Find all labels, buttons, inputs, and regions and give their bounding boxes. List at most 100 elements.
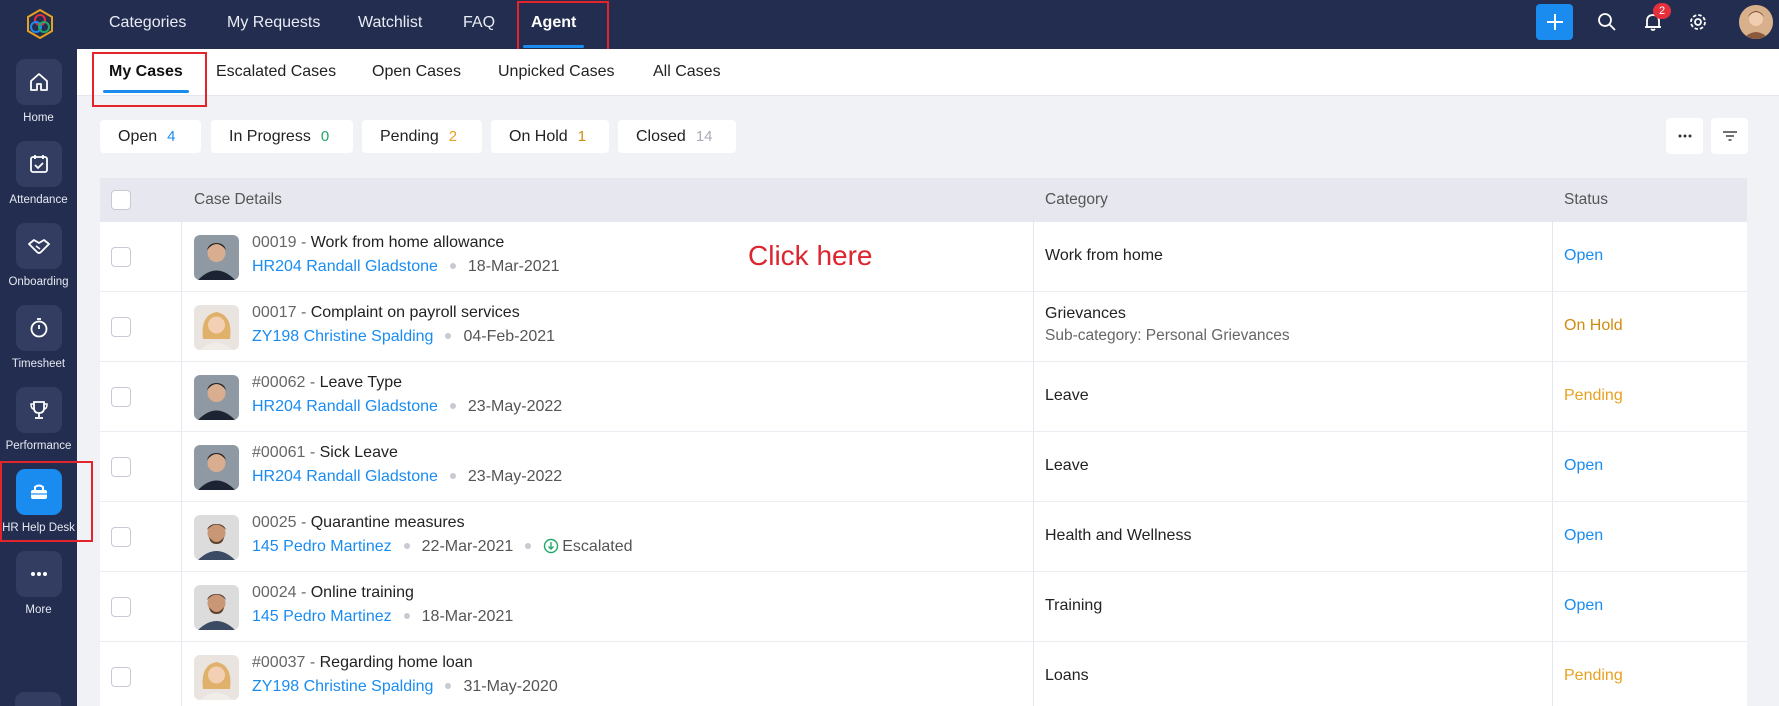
employee-link[interactable]: HR204 Randall Gladstone bbox=[252, 468, 438, 485]
add-button[interactable] bbox=[1536, 4, 1573, 40]
table-row[interactable]: #00062 - Leave Type HR204 Randall Gladst… bbox=[100, 362, 1747, 432]
case-title: Sick Leave bbox=[319, 444, 398, 461]
table-row[interactable]: 00025 - Quarantine measures 145 Pedro Ma… bbox=[100, 502, 1747, 572]
sidebar-label: More bbox=[25, 604, 52, 616]
filter-on-hold[interactable]: On Hold 1 bbox=[491, 120, 609, 153]
case-title-line[interactable]: 00017 - Complaint on payroll services bbox=[252, 304, 520, 322]
more-options-button[interactable] bbox=[1666, 118, 1703, 154]
case-status: Pending bbox=[1564, 667, 1623, 684]
separator-dot bbox=[449, 472, 456, 479]
header-category[interactable]: Category bbox=[1045, 178, 1108, 222]
filter-count: 1 bbox=[577, 128, 587, 145]
gear-icon[interactable] bbox=[1688, 12, 1708, 32]
case-meta: ZY198 Christine Spalding 04-Feb-2021 bbox=[252, 328, 555, 346]
employee-avatar bbox=[194, 235, 239, 280]
case-id: #00037 bbox=[252, 654, 306, 671]
nav-categories[interactable]: Categories bbox=[109, 0, 186, 49]
tab-my-cases[interactable]: My Cases bbox=[103, 49, 189, 96]
sidebar-item-hr-help-desk[interactable]: HR Help Desk bbox=[0, 469, 77, 547]
case-status: Open bbox=[1564, 247, 1604, 264]
click-here-annotation: Click here bbox=[748, 240, 873, 271]
case-title-line[interactable]: #00061 - Sick Leave bbox=[252, 444, 398, 462]
row-checkbox[interactable] bbox=[111, 317, 131, 337]
case-id: 00025 bbox=[252, 514, 297, 531]
separator-dot bbox=[449, 262, 456, 269]
table-row[interactable]: 00019 - Work from home allowance HR204 R… bbox=[100, 222, 1747, 292]
case-status: Open bbox=[1564, 457, 1604, 474]
row-checkbox[interactable] bbox=[111, 667, 131, 687]
filter-in-progress[interactable]: In Progress 0 bbox=[211, 120, 353, 153]
user-avatar[interactable] bbox=[1739, 5, 1773, 39]
case-category: Work from home bbox=[1045, 247, 1163, 264]
case-date: 23-May-2022 bbox=[467, 398, 563, 415]
case-tabs: My Cases Escalated Cases Open Cases Unpi… bbox=[77, 49, 1779, 96]
nav-agent[interactable]: Agent bbox=[523, 0, 585, 49]
case-title-line[interactable]: #00062 - Leave Type bbox=[252, 374, 402, 392]
filter-icon bbox=[1722, 131, 1737, 141]
tab-open-cases[interactable]: Open Cases bbox=[372, 49, 461, 96]
case-title-line[interactable]: 00019 - Work from home allowance bbox=[252, 234, 504, 252]
filter-label: Closed bbox=[636, 128, 686, 145]
employee-link[interactable]: HR204 Randall Gladstone bbox=[252, 258, 438, 275]
table-row[interactable]: 00024 - Online training 145 Pedro Martin… bbox=[100, 572, 1747, 642]
sidebar-item-home[interactable]: Home bbox=[0, 59, 77, 137]
sidebar-label: HR Help Desk bbox=[2, 522, 75, 534]
active-tab-indicator bbox=[523, 45, 585, 48]
row-checkbox[interactable] bbox=[111, 527, 131, 547]
case-title-line[interactable]: 00025 - Quarantine measures bbox=[252, 514, 465, 532]
sidebar-item-partial[interactable] bbox=[15, 692, 61, 706]
separator-dot bbox=[449, 402, 456, 409]
case-subcategory: Sub-category: Personal Grievances bbox=[1045, 327, 1290, 344]
case-title-line[interactable]: #00037 - Regarding home loan bbox=[252, 654, 473, 672]
nav-agent-label: Agent bbox=[531, 14, 577, 31]
employee-link[interactable]: HR204 Randall Gladstone bbox=[252, 398, 438, 415]
separator-dot bbox=[403, 542, 410, 549]
case-category: Health and Wellness bbox=[1045, 527, 1192, 544]
row-checkbox[interactable] bbox=[111, 247, 131, 267]
nav-faq[interactable]: FAQ bbox=[463, 0, 495, 49]
filter-label: Pending bbox=[380, 128, 439, 145]
row-checkbox[interactable] bbox=[111, 457, 131, 477]
filter-open[interactable]: Open 4 bbox=[100, 120, 201, 153]
employee-avatar bbox=[194, 445, 239, 490]
case-status: On Hold bbox=[1564, 317, 1623, 334]
select-all-checkbox[interactable] bbox=[111, 190, 131, 210]
nav-watchlist[interactable]: Watchlist bbox=[358, 0, 422, 49]
table-row[interactable]: #00061 - Sick Leave HR204 Randall Gladst… bbox=[100, 432, 1747, 502]
filter-label: On Hold bbox=[509, 128, 568, 145]
stopwatch-icon bbox=[15, 305, 62, 351]
employee-link[interactable]: ZY198 Christine Spalding bbox=[252, 328, 433, 345]
employee-link[interactable]: ZY198 Christine Spalding bbox=[252, 678, 433, 695]
tab-escalated-cases[interactable]: Escalated Cases bbox=[216, 49, 336, 96]
sidebar-item-performance[interactable]: Performance bbox=[0, 387, 77, 465]
sidebar-item-onboarding[interactable]: Onboarding bbox=[0, 223, 77, 301]
nav-my-requests[interactable]: My Requests bbox=[227, 0, 320, 49]
tab-unpicked-cases[interactable]: Unpicked Cases bbox=[498, 49, 615, 96]
home-icon bbox=[15, 59, 62, 105]
case-category: Leave bbox=[1045, 387, 1089, 404]
table-row[interactable]: #00037 - Regarding home loan ZY198 Chris… bbox=[100, 642, 1747, 706]
case-title-line[interactable]: 00024 - Online training bbox=[252, 584, 414, 602]
header-status[interactable]: Status bbox=[1564, 178, 1608, 222]
employee-link[interactable]: 145 Pedro Martinez bbox=[252, 538, 392, 555]
filter-button[interactable] bbox=[1711, 118, 1748, 154]
row-checkbox[interactable] bbox=[111, 387, 131, 407]
sidebar-item-timesheet[interactable]: Timesheet bbox=[0, 305, 77, 383]
case-date: 31-May-2020 bbox=[463, 678, 558, 695]
sidebar-item-attendance[interactable]: Attendance bbox=[0, 141, 77, 219]
filter-pending[interactable]: Pending 2 bbox=[362, 120, 482, 153]
row-checkbox[interactable] bbox=[111, 597, 131, 617]
zoho-logo-icon[interactable] bbox=[26, 9, 54, 39]
case-title: Work from home allowance bbox=[310, 234, 505, 251]
search-icon[interactable] bbox=[1597, 12, 1617, 32]
sidebar-item-more[interactable]: More bbox=[0, 551, 77, 629]
table-row[interactable]: 00017 - Complaint on payroll services ZY… bbox=[100, 292, 1747, 362]
employee-link[interactable]: 145 Pedro Martinez bbox=[252, 608, 392, 625]
case-date: 18-Mar-2021 bbox=[467, 258, 560, 275]
employee-avatar bbox=[194, 305, 239, 350]
case-date: 23-May-2022 bbox=[467, 468, 563, 485]
header-case-details[interactable]: Case Details bbox=[194, 178, 282, 222]
case-date: 04-Feb-2021 bbox=[463, 328, 556, 345]
tab-all-cases[interactable]: All Cases bbox=[653, 49, 721, 96]
filter-closed[interactable]: Closed 14 bbox=[618, 120, 736, 153]
